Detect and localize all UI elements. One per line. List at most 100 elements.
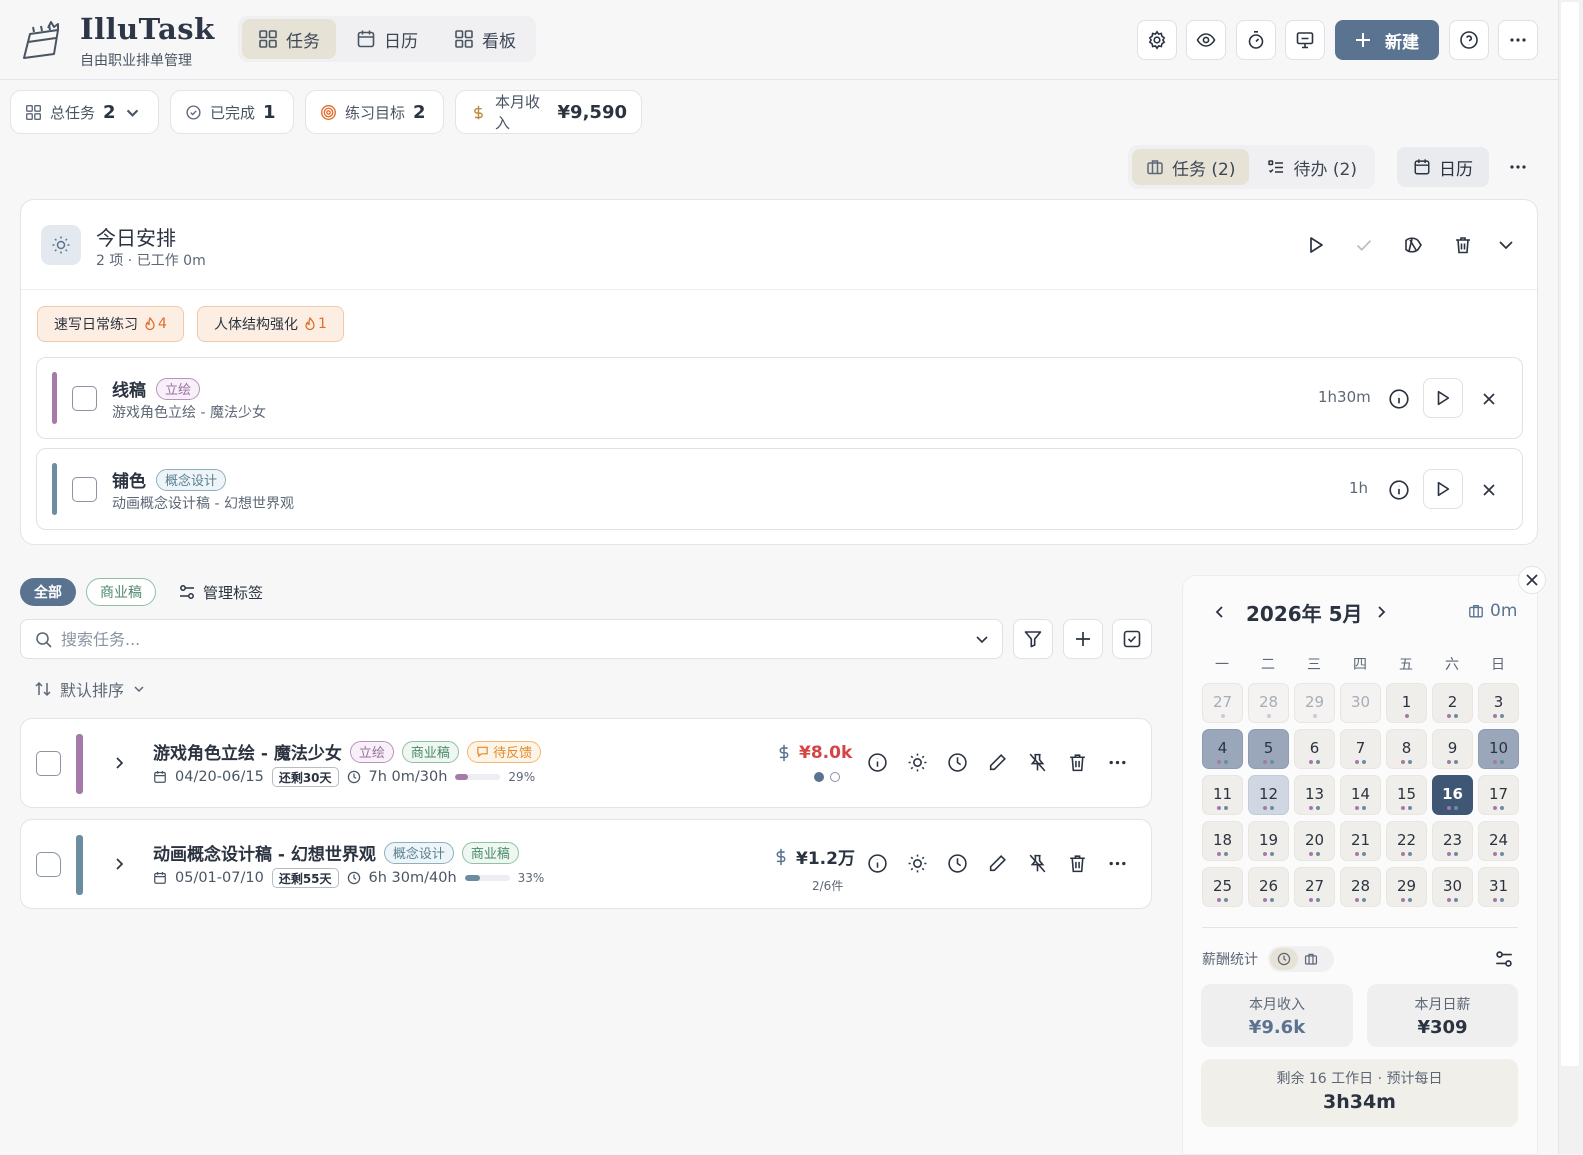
- timer-button[interactable]: [1236, 20, 1276, 60]
- calendar-day[interactable]: 3: [1478, 683, 1519, 723]
- complete-all-button[interactable]: [1351, 232, 1377, 258]
- close-panel-button[interactable]: [1518, 566, 1546, 594]
- clock-icon[interactable]: [1270, 948, 1298, 970]
- calendar-day[interactable]: 30: [1340, 683, 1381, 723]
- stat-completed[interactable]: 已完成 1: [170, 90, 294, 134]
- calendar-day[interactable]: 27: [1202, 683, 1243, 723]
- calendar-day[interactable]: 7: [1340, 729, 1381, 769]
- task-checkbox[interactable]: [36, 852, 61, 877]
- calendar-day[interactable]: 12: [1248, 775, 1289, 815]
- preview-button[interactable]: [1186, 20, 1226, 60]
- calendar-day[interactable]: 31: [1478, 867, 1519, 907]
- task-checkbox[interactable]: [36, 751, 61, 776]
- calendar-day[interactable]: 23: [1432, 821, 1473, 861]
- calendar-toggle-button[interactable]: 日历: [1397, 147, 1489, 187]
- collapse-button[interactable]: [1493, 232, 1519, 258]
- calendar-day[interactable]: 11: [1202, 775, 1243, 815]
- tab-calendar[interactable]: 日历: [340, 19, 434, 59]
- calendar-day[interactable]: 29: [1294, 683, 1335, 723]
- filter-all-chip[interactable]: 全部: [20, 578, 76, 606]
- calendar-day[interactable]: 28: [1248, 683, 1289, 723]
- chevron-left-icon[interactable]: [1210, 602, 1230, 622]
- calendar-day[interactable]: 15: [1386, 775, 1427, 815]
- calendar-day[interactable]: 8: [1386, 729, 1427, 769]
- stat-practice-goals[interactable]: 练习目标 2: [305, 90, 444, 134]
- calendar-day[interactable]: 2: [1432, 683, 1473, 723]
- start-timer-button[interactable]: [1423, 469, 1463, 509]
- unpin-icon[interactable]: [1027, 853, 1048, 874]
- calendar-day[interactable]: 5: [1248, 729, 1289, 769]
- calendar-day[interactable]: 9: [1432, 729, 1473, 769]
- filter-business-chip[interactable]: 商业稿: [86, 578, 156, 606]
- chevron-right-icon[interactable]: [109, 753, 129, 773]
- stat-total-tasks[interactable]: 总任务 2: [10, 90, 159, 134]
- close-icon[interactable]: [1477, 387, 1501, 411]
- info-icon[interactable]: [1387, 387, 1411, 411]
- add-task-button[interactable]: [1063, 619, 1103, 659]
- habit-chip[interactable]: 人体结构强化 1: [197, 306, 344, 342]
- more-icon[interactable]: [1107, 853, 1128, 874]
- calendar-day[interactable]: 17: [1478, 775, 1519, 815]
- calendar-day[interactable]: 18: [1202, 821, 1243, 861]
- clock-icon[interactable]: [947, 853, 968, 874]
- calendar-day-today[interactable]: 16: [1432, 775, 1473, 815]
- delete-all-button[interactable]: [1450, 232, 1476, 258]
- more-menu-button[interactable]: [1498, 20, 1538, 60]
- task-card[interactable]: 游戏角色立绘 - 魔法少女 立绘 商业稿 待反馈 04/20-06/15 还剩3…: [20, 718, 1152, 808]
- start-all-button[interactable]: [1303, 232, 1329, 258]
- more-icon[interactable]: [1107, 752, 1128, 773]
- calendar-day[interactable]: 13: [1294, 775, 1335, 815]
- calendar-day[interactable]: 20: [1294, 821, 1335, 861]
- calendar-day[interactable]: 22: [1386, 821, 1427, 861]
- sort-dropdown[interactable]: 默认排序: [34, 677, 146, 701]
- task-card[interactable]: 动画概念设计稿 - 幻想世界观 概念设计 商业稿 05/01-07/10 还剩5…: [20, 819, 1152, 909]
- stat-monthly-income[interactable]: 本月收入 ¥9,590: [455, 90, 642, 134]
- calendar-day[interactable]: 21: [1340, 821, 1381, 861]
- calendar-day[interactable]: 26: [1248, 867, 1289, 907]
- info-icon[interactable]: [867, 853, 888, 874]
- calendar-day[interactable]: 28: [1340, 867, 1381, 907]
- view-tasks[interactable]: 任务 (2): [1132, 149, 1250, 185]
- close-icon[interactable]: [1477, 478, 1501, 502]
- unpin-icon[interactable]: [1027, 752, 1048, 773]
- info-icon[interactable]: [867, 752, 888, 773]
- briefcase-icon[interactable]: [1304, 952, 1318, 966]
- pencil-icon[interactable]: [987, 853, 1008, 874]
- schedule-checkbox[interactable]: [72, 386, 97, 411]
- calendar-day[interactable]: 6: [1294, 729, 1335, 769]
- view-more-button[interactable]: [1500, 150, 1536, 184]
- scroll-thumb[interactable]: [1561, 2, 1579, 1066]
- search-input[interactable]: [61, 620, 961, 658]
- presentation-button[interactable]: [1285, 20, 1325, 60]
- calendar-day[interactable]: 19: [1248, 821, 1289, 861]
- sun-icon[interactable]: [907, 752, 928, 773]
- calendar-day[interactable]: 27: [1294, 867, 1335, 907]
- start-timer-button[interactable]: [1423, 378, 1463, 418]
- trash-icon[interactable]: [1067, 752, 1088, 773]
- tab-tasks[interactable]: 任务: [242, 19, 336, 59]
- calendar-day[interactable]: 25: [1202, 867, 1243, 907]
- chevron-right-icon[interactable]: [1371, 602, 1391, 622]
- chevron-right-icon[interactable]: [109, 854, 129, 874]
- calendar-day[interactable]: 29: [1386, 867, 1427, 907]
- schedule-checkbox[interactable]: [72, 477, 97, 502]
- sliders-icon[interactable]: [1494, 949, 1514, 969]
- view-todos[interactable]: 待办 (2): [1253, 149, 1370, 185]
- calendar-day[interactable]: 10: [1478, 729, 1519, 769]
- info-icon[interactable]: [1387, 478, 1411, 502]
- habit-chip[interactable]: 速写日常练习 4: [37, 306, 184, 342]
- new-task-button[interactable]: 新建: [1335, 20, 1439, 60]
- pencil-icon[interactable]: [987, 752, 1008, 773]
- clear-paint-button[interactable]: [1400, 232, 1426, 258]
- tab-board[interactable]: 看板: [438, 19, 532, 59]
- calendar-day[interactable]: 30: [1432, 867, 1473, 907]
- chevron-down-icon[interactable]: [974, 631, 990, 647]
- batch-select-button[interactable]: [1112, 619, 1152, 659]
- calendar-day[interactable]: 4: [1202, 729, 1243, 769]
- clock-icon[interactable]: [947, 752, 968, 773]
- calendar-day[interactable]: 1: [1386, 683, 1427, 723]
- pay-mode-toggle[interactable]: [1268, 946, 1334, 972]
- calendar-day[interactable]: 14: [1340, 775, 1381, 815]
- sun-icon[interactable]: [907, 853, 928, 874]
- filter-button[interactable]: [1013, 619, 1053, 659]
